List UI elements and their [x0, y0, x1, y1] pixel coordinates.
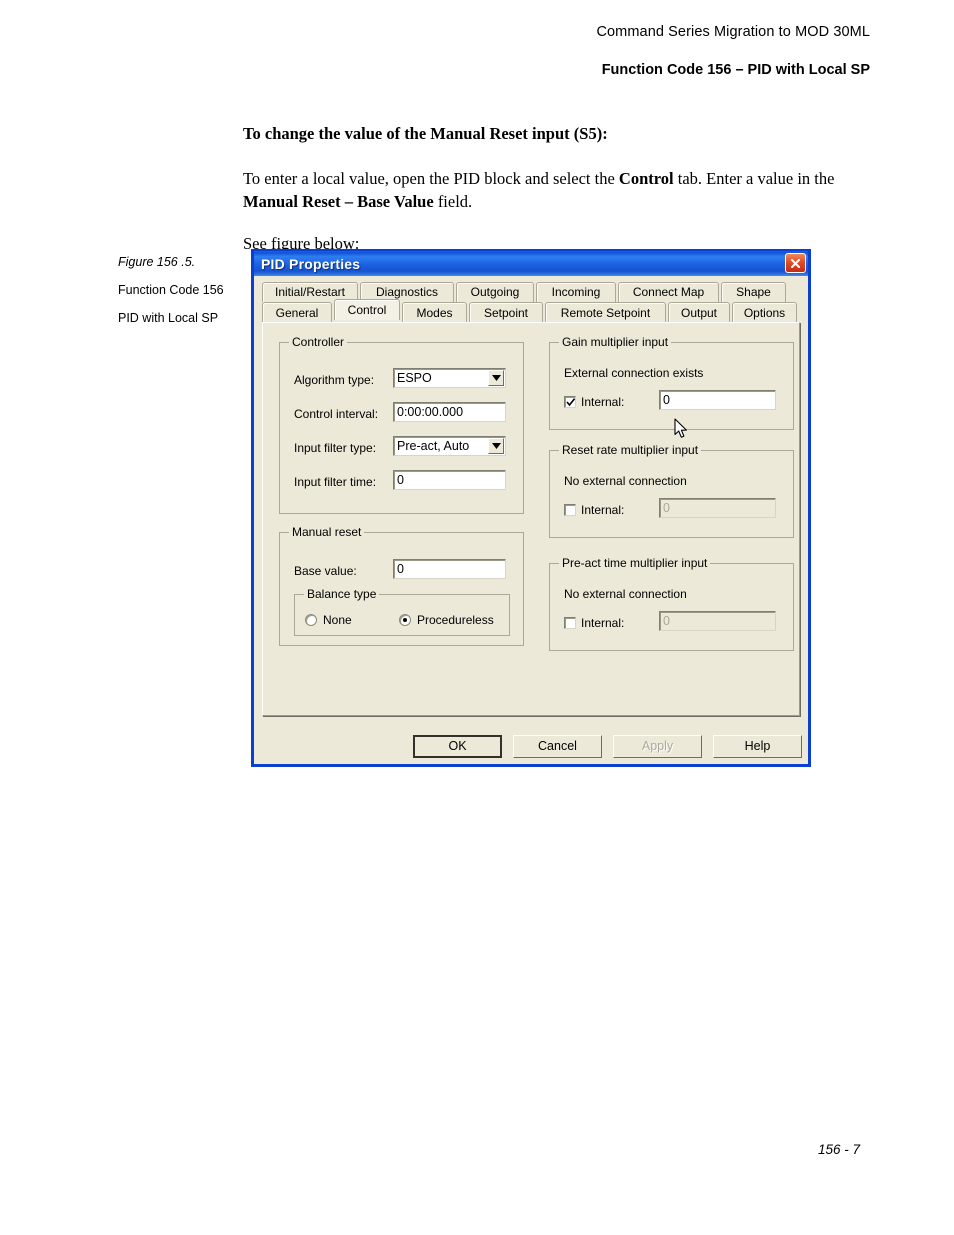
dialog-button-row: OK Cancel Apply Help	[254, 735, 808, 758]
checkbox-checked-icon	[564, 396, 576, 408]
preact-time-multiplier-group-label: Pre-act time multiplier input	[559, 556, 711, 570]
paragraph-text-part-2: tab. Enter a value in the	[673, 169, 835, 188]
ok-button[interactable]: OK	[413, 735, 502, 758]
input-filter-time-label: Input filter time:	[294, 475, 377, 489]
preact-time-multiplier-internal-checkbox[interactable]: Internal:	[564, 616, 624, 630]
reset-rate-multiplier-group-label: Reset rate multiplier input	[559, 443, 702, 457]
gain-multiplier-group-label: Gain multiplier input	[559, 335, 672, 349]
instruction-heading: To change the value of the Manual Reset …	[243, 124, 608, 143]
input-filter-type-label: Input filter type:	[294, 441, 377, 455]
control-tab-panel: Controller Algorithm type: ESPO Control …	[262, 322, 800, 716]
algorithm-type-select[interactable]: ESPO	[393, 368, 506, 388]
manual-reset-group: Manual reset Base value: 0 Balance type …	[279, 525, 524, 646]
radio-icon-selected	[399, 614, 411, 626]
radio-balance-procedureless-label: Procedureless	[417, 613, 494, 627]
tab-incoming[interactable]: Incoming	[536, 282, 616, 302]
algorithm-type-label: Algorithm type:	[294, 373, 375, 387]
apply-button: Apply	[613, 735, 702, 758]
base-value-input[interactable]: 0	[393, 559, 506, 579]
paragraph-text-part-3: field.	[433, 192, 473, 211]
tab-options[interactable]: Options	[732, 302, 797, 323]
figure-caption-line-1: Function Code 156	[118, 283, 224, 297]
tab-outgoing[interactable]: Outgoing	[456, 282, 534, 302]
tab-connect-map[interactable]: Connect Map	[618, 282, 719, 302]
balance-type-group: Balance type None Procedureless	[294, 587, 510, 636]
reset-rate-multiplier-internal-checkbox[interactable]: Internal:	[564, 503, 624, 517]
header-section-title: Function Code 156 – PID with Local SP	[601, 62, 870, 78]
figure-number: Figure 156 .5.	[118, 255, 196, 269]
tab-control[interactable]: Control	[334, 299, 400, 320]
close-icon[interactable]	[785, 253, 806, 273]
radio-icon	[305, 614, 317, 626]
dialog-title-bar[interactable]: PID Properties	[254, 251, 808, 276]
pid-properties-dialog: PID Properties Initial/Restart Diagnosti…	[251, 249, 811, 767]
figure-caption: Figure 156 .5. Function Code 156 PID wit…	[118, 255, 243, 326]
dialog-title: PID Properties	[261, 255, 361, 272]
paragraph-bold-control: Control	[618, 169, 674, 188]
control-interval-input[interactable]: 0:00:00.000	[393, 402, 506, 422]
controller-group: Controller Algorithm type: ESPO Control …	[279, 335, 524, 514]
controller-group-label: Controller	[289, 335, 348, 349]
tab-remote-setpoint[interactable]: Remote Setpoint	[545, 302, 666, 323]
reset-rate-multiplier-internal-input: 0	[659, 498, 776, 518]
tab-output[interactable]: Output	[668, 302, 730, 323]
reset-rate-multiplier-connection-status: No external connection	[564, 474, 687, 488]
gain-multiplier-internal-input[interactable]: 0	[659, 390, 776, 410]
input-filter-time-input[interactable]: 0	[393, 470, 506, 490]
balance-type-group-label: Balance type	[304, 587, 380, 601]
radio-balance-procedureless[interactable]: Procedureless	[399, 613, 494, 627]
chevron-down-icon[interactable]	[488, 438, 504, 454]
dialog-body: Initial/Restart Diagnostics Outgoing Inc…	[254, 276, 808, 764]
tab-strip: Initial/Restart Diagnostics Outgoing Inc…	[262, 282, 800, 323]
tab-setpoint[interactable]: Setpoint	[469, 302, 543, 323]
preact-time-multiplier-internal-input: 0	[659, 611, 776, 631]
page-header: Command Series Migration to MOD 30ML Fun…	[596, 24, 870, 78]
input-filter-type-select[interactable]: Pre-act, Auto	[393, 436, 506, 456]
reset-rate-multiplier-internal-label: Internal:	[581, 503, 625, 517]
page-number: 156 - 7	[818, 1142, 861, 1157]
header-manual-title: Command Series Migration to MOD 30ML	[596, 24, 870, 40]
gain-multiplier-internal-checkbox[interactable]: Internal:	[564, 395, 624, 409]
gain-multiplier-connection-status: External connection exists	[564, 366, 704, 380]
gain-multiplier-internal-label: Internal:	[581, 395, 625, 409]
preact-time-multiplier-connection-status: No external connection	[564, 587, 687, 601]
paragraph-bold-manual-reset: Manual Reset – Base Value	[243, 192, 434, 211]
tab-shape[interactable]: Shape	[721, 282, 786, 302]
reset-rate-multiplier-group: Reset rate multiplier input No external …	[549, 443, 794, 538]
tab-row-2: General Control Modes Setpoint Remote Se…	[262, 299, 800, 323]
radio-balance-none[interactable]: None	[305, 613, 352, 627]
checkbox-unchecked-icon	[564, 504, 576, 516]
tab-general[interactable]: General	[262, 302, 332, 323]
paragraph-text-part-1: To enter a local value, open the PID blo…	[243, 169, 619, 188]
radio-balance-none-label: None	[323, 613, 352, 627]
help-button[interactable]: Help	[713, 735, 802, 758]
checkbox-unchecked-icon	[564, 617, 576, 629]
figure-caption-line-2: PID with Local SP	[118, 311, 219, 325]
manual-reset-group-label: Manual reset	[289, 525, 365, 539]
preact-time-multiplier-internal-label: Internal:	[581, 616, 625, 630]
preact-time-multiplier-group: Pre-act time multiplier input No externa…	[549, 556, 794, 651]
instruction-paragraph: To enter a local value, open the PID blo…	[243, 167, 873, 213]
gain-multiplier-group: Gain multiplier input External connectio…	[549, 335, 794, 430]
chevron-down-icon[interactable]	[488, 370, 504, 386]
base-value-label: Base value:	[294, 564, 357, 578]
tab-modes[interactable]: Modes	[402, 302, 467, 323]
cancel-button[interactable]: Cancel	[513, 735, 602, 758]
control-interval-label: Control interval:	[294, 407, 379, 421]
